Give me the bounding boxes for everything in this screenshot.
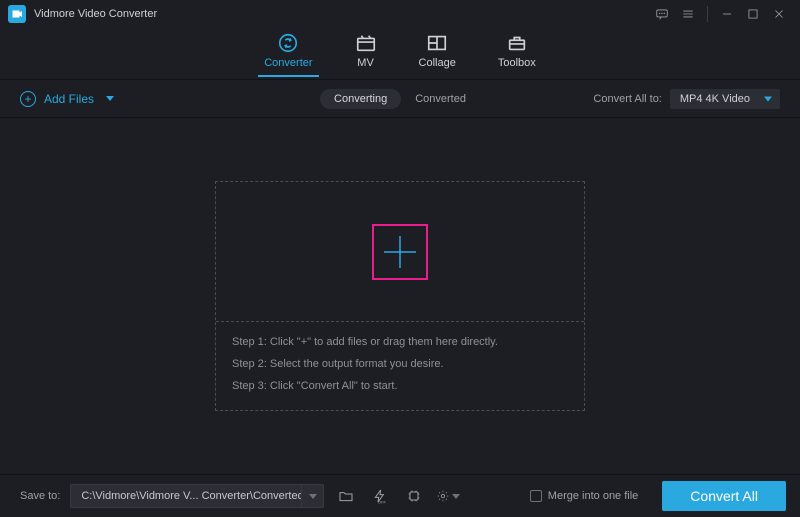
chevron-down-icon [309,494,317,499]
high-speed-button[interactable] [402,484,426,508]
output-path-box: C:\Vidmore\Vidmore V... Converter\Conver… [70,484,324,508]
minimize-button[interactable] [714,3,740,25]
mv-icon [355,33,377,53]
convert-icon [277,33,299,53]
tab-label: MV [357,57,374,69]
add-files-label: Add Files [44,92,94,106]
tab-label: Converter [264,57,312,69]
checkbox-icon [530,490,542,502]
close-button[interactable] [766,3,792,25]
add-files-button[interactable]: + Add Files [20,91,114,107]
output-path[interactable]: C:\Vidmore\Vidmore V... Converter\Conver… [71,490,301,502]
app-title: Vidmore Video Converter [34,8,157,20]
chevron-down-icon [106,96,114,101]
drop-zone-top [216,182,584,322]
segment-converted[interactable]: Converted [401,89,480,109]
app-logo [8,5,26,23]
add-files-plus[interactable] [372,224,428,280]
step-text: Step 1: Click "+" to add files or drag t… [232,336,568,348]
open-folder-button[interactable] [334,484,358,508]
tab-mv[interactable]: MV [355,33,377,77]
step-text: Step 2: Select the output format you des… [232,358,568,370]
merge-checkbox[interactable]: Merge into one file [530,490,639,502]
tab-collage[interactable]: Collage [419,33,456,77]
tab-label: Collage [419,57,456,69]
convert-all-button[interactable]: Convert All [662,481,786,511]
convert-all-to-label: Convert All to: [593,93,661,105]
tab-converter[interactable]: Converter [264,33,312,77]
chevron-down-icon [452,494,460,499]
tab-toolbox[interactable]: Toolbox [498,33,536,77]
drop-zone-steps: Step 1: Click "+" to add files or drag t… [216,322,584,410]
menu-icon[interactable] [675,3,701,25]
titlebar-separator [707,6,708,22]
sub-toolbar: + Add Files Converting Converted Convert… [0,80,800,118]
convert-all-to: Convert All to: MP4 4K Video [593,89,780,109]
chevron-down-icon [764,96,772,101]
feedback-icon[interactable] [649,3,675,25]
plus-circle-icon: + [20,91,36,107]
footer: Save to: C:\Vidmore\Vidmore V... Convert… [0,474,800,517]
output-format-select[interactable]: MP4 4K Video [670,89,780,109]
segment-converting[interactable]: Converting [320,89,401,109]
output-format-value: MP4 4K Video [680,93,750,105]
title-bar: Vidmore Video Converter [0,0,800,28]
merge-label: Merge into one file [548,490,639,502]
drop-zone[interactable]: Step 1: Click "+" to add files or drag t… [215,181,585,411]
save-to-label: Save to: [20,490,60,502]
main-nav: Converter MV Collage Toolbox [0,28,800,80]
maximize-button[interactable] [740,3,766,25]
status-segment: Converting Converted [320,89,480,109]
hardware-accel-button[interactable]: OFF [368,484,392,508]
toolbox-icon [506,33,528,53]
collage-icon [426,33,448,53]
step-text: Step 3: Click "Convert All" to start. [232,380,568,392]
settings-button[interactable] [436,484,460,508]
svg-text:OFF: OFF [378,499,387,504]
stage: Step 1: Click "+" to add files or drag t… [0,118,800,474]
tab-label: Toolbox [498,57,536,69]
output-path-dropdown[interactable] [301,484,323,508]
